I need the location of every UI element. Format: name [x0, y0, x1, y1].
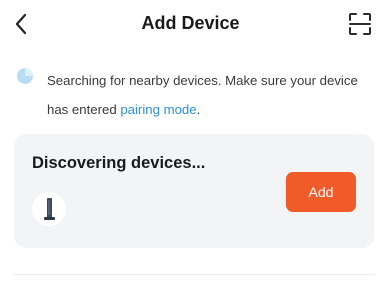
add-device-screen: Add Device Searching for nearby devices.…	[0, 0, 381, 282]
search-hint-text: Searching for nearby devices. Make sure …	[47, 73, 358, 117]
search-hint-period: .	[196, 102, 201, 117]
page-title: Add Device	[141, 13, 240, 33]
scan-icon	[349, 13, 371, 35]
divider	[14, 274, 375, 275]
search-spinner-icon	[17, 68, 33, 84]
pairing-mode-link[interactable]: pairing mode	[120, 102, 196, 117]
discovering-title: Discovering devices...	[32, 154, 206, 172]
discovery-card: Discovering devices... Add	[14, 134, 374, 248]
search-hint: Searching for nearby devices. Make sure …	[47, 66, 369, 124]
add-button[interactable]: Add	[286, 172, 356, 212]
device-lamp-icon	[44, 198, 55, 220]
device-thumbnail	[32, 192, 66, 226]
scan-button[interactable]	[348, 12, 372, 36]
